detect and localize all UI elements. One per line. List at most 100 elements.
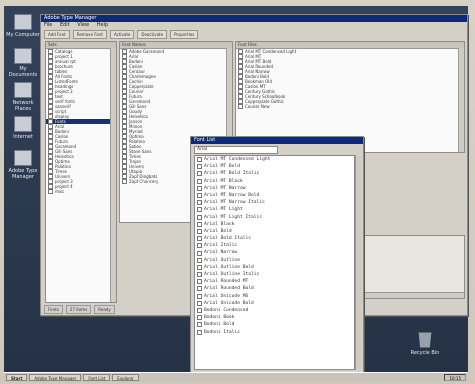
- desktop-icon-internet[interactable]: Internet: [6, 116, 40, 140]
- set-item-label: misc: [55, 189, 65, 194]
- start-button[interactable]: Start: [6, 374, 28, 381]
- popup-font-item[interactable]: Arial Outline Bold: [195, 264, 354, 271]
- font-type-icon: [197, 214, 202, 220]
- menu-file[interactable]: File: [44, 22, 52, 28]
- popup-font-item-label: Arial MT Bold: [204, 164, 240, 170]
- desktop-icon-label: Recycle Bin: [410, 350, 440, 356]
- desktop-icon-recycle-bin[interactable]: Recycle Bin: [402, 332, 448, 356]
- popup-font-item[interactable]: Arial Outline Italic: [195, 271, 354, 278]
- menu-bar: File Edit View Help: [41, 22, 467, 29]
- font-type-icon: [197, 228, 202, 234]
- popup-font-item-label: Arial MT Narrow Bold: [204, 192, 260, 198]
- type-manager-icon: [14, 150, 32, 166]
- font-type-icon: [197, 250, 202, 256]
- computer-icon: [14, 14, 32, 30]
- font-type-icon: [197, 257, 202, 263]
- desktop-icon-label: My Computer: [6, 32, 40, 38]
- font-files-pane-header: Font Files: [236, 42, 464, 49]
- font-type-icon: [197, 164, 202, 170]
- desktop-icon-my-computer[interactable]: My Computer: [6, 14, 40, 38]
- popup-title: Font List: [191, 137, 363, 144]
- popup-font-item[interactable]: Arial MT Narrow: [195, 185, 354, 192]
- toolbar: Add Font Remove Font Activate Deactivate…: [41, 29, 467, 40]
- font-type-icon: [197, 322, 202, 328]
- taskbar-item-explorer[interactable]: Explorer: [112, 374, 139, 381]
- font-type-icon: [122, 179, 127, 184]
- properties-button[interactable]: Properties: [170, 30, 199, 39]
- popup-font-item[interactable]: Arial Rounded MT: [195, 278, 354, 285]
- sets-pane[interactable]: Sets Catalogs project 1 annual rpt brochure…: [45, 41, 117, 303]
- menu-help[interactable]: Help: [97, 22, 108, 28]
- popup-font-item-label: Arial Bold Italic: [204, 236, 252, 242]
- popup-font-item-label: Arial Rounded Bold: [204, 286, 254, 292]
- popup-font-item[interactable]: Arial Italic: [195, 242, 354, 249]
- popup-font-item-label: Arial Narrow: [204, 250, 238, 256]
- taskbar: Start Adobe Type Manager Font List Explo…: [4, 372, 468, 382]
- popup-font-item[interactable]: Arial MT Narrow Bold: [195, 192, 354, 199]
- popup-font-list[interactable]: Arial MT Condensed Light Arial MT Bold Ari…: [194, 155, 355, 370]
- menu-edit[interactable]: Edit: [60, 22, 70, 28]
- popup-font-item[interactable]: Arial Unicode MS: [195, 293, 354, 300]
- font-type-icon: [238, 104, 243, 109]
- status-location: Fonts: [44, 305, 63, 314]
- font-type-icon: [197, 157, 202, 163]
- font-list-window: Font List Arial Arial MT Condensed Light…: [190, 136, 364, 374]
- activate-button[interactable]: Activate: [109, 30, 135, 39]
- font-names-pane-header: Font Names: [120, 42, 232, 49]
- popup-font-item[interactable]: Arial MT Condensed Light: [195, 156, 354, 163]
- font-type-icon: [197, 207, 202, 213]
- popup-font-item[interactable]: Arial Bold Italic: [195, 235, 354, 242]
- desktop-icon-type-manager[interactable]: Adobe Type Manager: [6, 150, 40, 180]
- popup-font-item[interactable]: Bodoni Condensed: [195, 307, 354, 314]
- font-files-list: Arial MT Condensed Light Arial MT Arial MT…: [236, 49, 464, 109]
- desktop-icon-label: Adobe Type Manager: [8, 168, 38, 180]
- popup-font-item[interactable]: Arial MT Black: [195, 178, 354, 185]
- taskbar-item-type-manager[interactable]: Adobe Type Manager: [29, 374, 82, 381]
- popup-font-item[interactable]: Arial MT Light: [195, 206, 354, 213]
- popup-font-item-label: Arial Outline: [204, 257, 240, 263]
- add-font-button[interactable]: Add Font: [44, 30, 70, 39]
- desktop-icon-network[interactable]: Network Places: [6, 82, 40, 112]
- popup-search-input[interactable]: Arial: [194, 146, 278, 154]
- recycle-bin-icon: [418, 332, 432, 348]
- popup-font-item[interactable]: Arial MT Bold: [195, 163, 354, 170]
- popup-font-item[interactable]: Arial MT Bold Italic: [195, 170, 354, 177]
- popup-scrollbar[interactable]: [355, 155, 362, 370]
- sets-scrollbar[interactable]: [110, 48, 116, 302]
- popup-font-item[interactable]: Bodoni Bold: [195, 321, 354, 328]
- popup-font-item[interactable]: Bodoni Italic: [195, 329, 354, 336]
- popup-font-item[interactable]: Arial Black: [195, 221, 354, 228]
- popup-font-item[interactable]: Bodoni Book: [195, 314, 354, 321]
- font-type-icon: [197, 300, 202, 306]
- taskbar-item-font-list[interactable]: Font List: [83, 374, 111, 381]
- popup-font-item-label: Arial MT Bold Italic: [204, 171, 260, 177]
- popup-font-item-label: Arial Rounded MT: [204, 279, 249, 285]
- font-type-icon: [197, 308, 202, 314]
- window-title: Adobe Type Manager: [41, 15, 467, 22]
- remove-font-button[interactable]: Remove Font: [72, 30, 107, 39]
- font-name-item-label: Zapf Chancery: [129, 179, 159, 184]
- set-item[interactable]: misc: [46, 189, 116, 194]
- popup-font-item[interactable]: Arial Bold: [195, 228, 354, 235]
- desktop-icon-label: Network Places: [12, 100, 34, 112]
- popup-font-item[interactable]: Arial Narrow: [195, 249, 354, 256]
- popup-font-item[interactable]: Arial MT Light Italic: [195, 214, 354, 221]
- font-type-icon: [197, 236, 202, 242]
- popup-font-item[interactable]: Arial Rounded Bold: [195, 285, 354, 292]
- font-type-icon: [197, 193, 202, 199]
- font-type-icon: [197, 221, 202, 227]
- popup-font-item-label: Arial Black: [204, 221, 235, 227]
- font-files-scrollbar[interactable]: [458, 48, 464, 152]
- preview-scrollbar[interactable]: [364, 292, 464, 298]
- popup-font-item-label: Arial Italic: [204, 243, 238, 249]
- popup-font-item[interactable]: Arial Outline: [195, 257, 354, 264]
- menu-view[interactable]: View: [77, 22, 89, 28]
- popup-font-item-label: Arial Unicode MS: [204, 293, 249, 299]
- popup-font-item[interactable]: Arial MT Narrow Italic: [195, 199, 354, 206]
- font-file-item-label: Courier New: [245, 104, 270, 109]
- popup-font-item[interactable]: Arial Unicode Bold: [195, 300, 354, 307]
- font-file-item[interactable]: Courier New: [236, 104, 464, 109]
- deactivate-button[interactable]: Deactivate: [137, 30, 168, 39]
- popup-font-item-label: Arial MT Light Italic: [204, 214, 263, 220]
- desktop-icon-my-documents[interactable]: My Documents: [6, 48, 40, 78]
